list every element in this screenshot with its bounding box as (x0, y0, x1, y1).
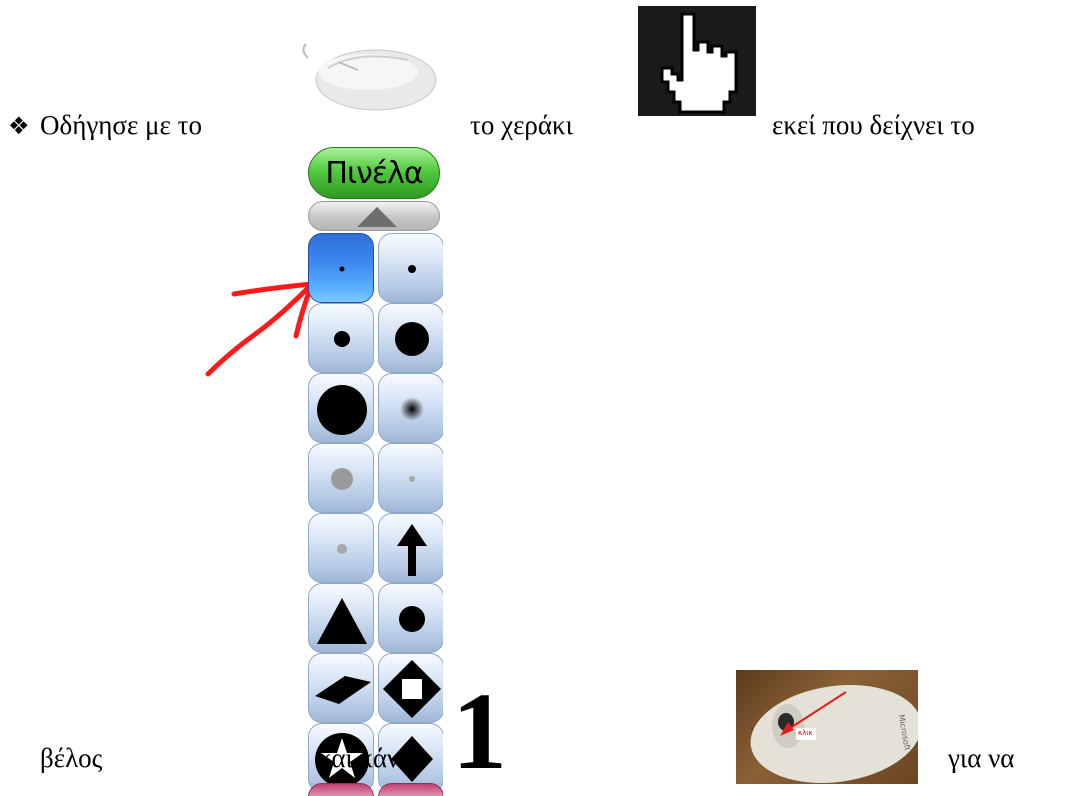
instruction-text-2: το χεράκι (470, 110, 573, 140)
brush-dot-medium-2[interactable] (378, 583, 443, 653)
brush-dot-soft[interactable] (378, 373, 443, 443)
instruction-text-6: για να (948, 743, 1015, 773)
brush-triangle[interactable] (308, 583, 374, 653)
brush-dot-gray-tiny[interactable] (378, 443, 443, 513)
brush-dot-medium[interactable] (308, 303, 374, 373)
brush-rhombus[interactable] (308, 653, 374, 723)
brush-dot-small[interactable] (378, 233, 443, 303)
brush-dot-xlarge[interactable] (308, 373, 374, 443)
brush-dot-gray-medium[interactable] (308, 443, 374, 513)
brushes-button-label: Πινέλα (325, 155, 423, 191)
brush-dot-gray-small[interactable] (308, 513, 374, 583)
mouse-click-photo: κλικ Microsoft (736, 670, 918, 784)
hand-pointer-icon (638, 6, 756, 116)
brush-dot-large[interactable] (378, 303, 443, 373)
brush-diamond-square[interactable] (378, 653, 443, 723)
instruction-text-3: εκεί που δείχνει το (772, 110, 975, 140)
brush-color-partial[interactable] (378, 783, 443, 796)
brush-palette: Πινέλα (306, 143, 443, 796)
instruction-text-5: και κάνε (318, 743, 411, 773)
brush-arrow-up[interactable] (378, 513, 443, 583)
mouse-icon (298, 40, 438, 116)
triangle-up-icon (357, 207, 397, 227)
instruction-text-1: Οδήγησε με το (40, 110, 202, 140)
scroll-up-button[interactable] (308, 201, 440, 231)
brushes-button[interactable]: Πινέλα (308, 147, 440, 199)
brush-color-partial[interactable] (308, 783, 374, 796)
click-label: κλικ (798, 729, 813, 737)
instruction-text-4: βέλος (40, 743, 103, 773)
brush-dot-tiny[interactable] (308, 233, 374, 303)
bullet-icon: ❖ (8, 112, 30, 140)
click-count: 1 (452, 670, 507, 792)
